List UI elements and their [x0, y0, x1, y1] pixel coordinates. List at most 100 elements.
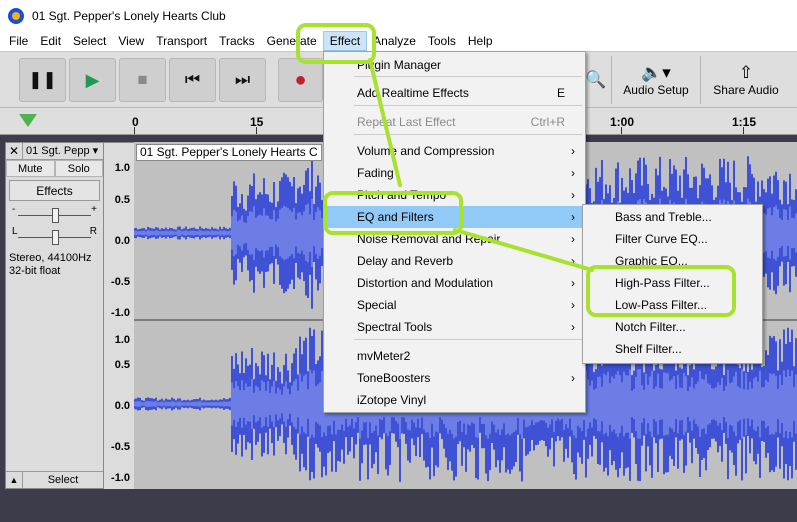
menu-effect[interactable]: Effect: [322, 31, 368, 51]
menu-item-label: EQ and Filters: [357, 210, 434, 224]
effects-button[interactable]: Effects: [9, 180, 100, 201]
submenu-item-shelf-filter[interactable]: Shelf Filter...: [583, 338, 762, 360]
submenu-item-high-pass-filter[interactable]: High-Pass Filter...: [583, 272, 762, 294]
menu-item-plugin-manager[interactable]: Plugin Manager: [324, 54, 585, 76]
scale-label: -0.5: [111, 441, 130, 453]
chevron-right-icon: ›: [571, 144, 575, 158]
share-icon: ⇧: [738, 62, 754, 82]
skip-to-end-button[interactable]: ⏭: [219, 58, 266, 102]
menu-item-pitch-and-tempo[interactable]: Pitch and Tempo ›: [324, 184, 585, 206]
menu-item-shortcut: Ctrl+R: [530, 115, 565, 129]
menu-item-add-realtime-effects[interactable]: Add Realtime Effects E: [324, 82, 585, 104]
menu-item-label: Delay and Reverb: [357, 254, 454, 268]
audio-setup-button[interactable]: 🔈▾ Audio Setup: [619, 57, 693, 103]
menu-item-label: Noise Removal and Repair: [357, 232, 501, 246]
menu-item-label: iZotope Vinyl: [357, 393, 427, 407]
menu-item-special[interactable]: Special ›: [324, 294, 585, 316]
menu-item-repeat-last-effect: Repeat Last Effect Ctrl+R: [324, 111, 585, 133]
scale-label: 0.5: [114, 194, 130, 206]
menu-generate[interactable]: Generate: [261, 31, 323, 51]
menu-item-delay-and-reverb[interactable]: Delay and Reverb ›: [324, 250, 585, 272]
menu-item-eq-and-filters[interactable]: EQ and Filters ›: [324, 206, 585, 228]
scale-label: 0.0: [114, 400, 130, 412]
ruler-label: 1:15: [732, 115, 757, 129]
menu-tools[interactable]: Tools: [422, 31, 462, 51]
share-audio-label: Share Audio: [713, 82, 779, 97]
menu-edit[interactable]: Edit: [34, 31, 67, 51]
chevron-right-icon: ›: [571, 298, 575, 312]
menu-item-label: Fading: [357, 166, 394, 180]
menu-item-mvmeter2[interactable]: mvMeter2: [324, 345, 585, 367]
menu-item-volume-and-compression[interactable]: Volume and Compression ›: [324, 140, 585, 162]
submenu-item-notch-filter[interactable]: Notch Filter...: [583, 316, 762, 338]
pan-left-label: L: [12, 226, 18, 237]
ruler-tick: [621, 127, 622, 134]
chevron-right-icon: ›: [571, 166, 575, 180]
chevron-right-icon: ›: [571, 210, 575, 224]
share-audio-button[interactable]: ⇧ Share Audio: [708, 57, 784, 103]
menu-separator: [354, 339, 582, 340]
play-head-icon[interactable]: [19, 114, 37, 127]
menu-item-shortcut: E: [556, 86, 565, 100]
menu-file[interactable]: File: [3, 31, 34, 51]
close-track-icon[interactable]: ✕: [6, 143, 23, 159]
collapse-track-icon[interactable]: ▲: [6, 472, 23, 488]
gain-slider-thumb[interactable]: [52, 208, 59, 223]
audacity-icon: [8, 7, 24, 24]
track-name-menu[interactable]: 01 Sgt. Pepp ▾: [23, 143, 103, 159]
menu-item-label: mvMeter2: [357, 349, 411, 363]
menu-separator: [354, 105, 582, 106]
scale-label: 1.0: [114, 334, 130, 346]
menu-view[interactable]: View: [112, 31, 150, 51]
gain-slider[interactable]: - +: [10, 204, 99, 226]
menu-separator: [354, 76, 582, 77]
mute-button[interactable]: Mute: [6, 160, 55, 177]
record-button[interactable]: ●: [278, 58, 323, 102]
menu-transport[interactable]: Transport: [150, 31, 213, 51]
ruler-tick: [256, 127, 257, 134]
play-button[interactable]: ▶: [69, 58, 116, 102]
speaker-icon: 🔈▾: [641, 62, 671, 82]
submenu-item-graphic-eq[interactable]: Graphic EQ...: [583, 250, 762, 272]
skip-to-end-icon: ⏭: [234, 70, 251, 89]
menu-item-izotope-vinyl[interactable]: iZotope Vinyl: [324, 389, 585, 411]
menu-separator: [354, 134, 582, 135]
menu-item-distortion-and-modulation[interactable]: Distortion and Modulation ›: [324, 272, 585, 294]
ruler-tick: [743, 127, 744, 134]
chevron-right-icon: ›: [571, 232, 575, 246]
submenu-item-bass-and-treble[interactable]: Bass and Treble...: [583, 206, 762, 228]
menu-analyze[interactable]: Analyze: [367, 31, 422, 51]
pause-button[interactable]: ❚❚: [19, 58, 66, 102]
chevron-right-icon: ›: [571, 276, 575, 290]
submenu-item-filter-curve-eq[interactable]: Filter Curve EQ...: [583, 228, 762, 250]
zoom-tool-button[interactable]: 🔍: [585, 57, 607, 103]
menu-item-label: Add Realtime Effects: [357, 86, 469, 100]
menu-help[interactable]: Help: [462, 31, 499, 51]
skip-to-start-button[interactable]: ⏮: [169, 58, 216, 102]
scale-label: 1.0: [114, 162, 130, 174]
menu-item-label: Spectral Tools: [357, 320, 433, 334]
pan-slider-thumb[interactable]: [52, 230, 59, 245]
menu-item-label: Repeat Last Effect: [357, 115, 456, 129]
select-track-button[interactable]: Select: [23, 472, 103, 488]
window-title: 01 Sgt. Pepper's Lonely Hearts Club: [32, 8, 226, 23]
menu-item-noise-removal-and-repair[interactable]: Noise Removal and Repair ›: [324, 228, 585, 250]
menu-select[interactable]: Select: [67, 31, 112, 51]
submenu-item-low-pass-filter[interactable]: Low-Pass Filter...: [583, 294, 762, 316]
pan-slider[interactable]: L R: [10, 226, 99, 248]
toolbar-separator: [700, 56, 701, 104]
track-format-rate: Stereo, 44100Hz: [9, 252, 92, 264]
menu-item-label: Volume and Compression: [357, 144, 495, 158]
magnifier-icon: 🔍: [585, 70, 607, 89]
menu-item-toneboosters[interactable]: ToneBoosters ›: [324, 367, 585, 389]
pan-right-label: R: [89, 226, 97, 237]
stop-button[interactable]: ■: [119, 58, 166, 102]
chevron-right-icon: ›: [571, 254, 575, 268]
menu-item-spectral-tools[interactable]: Spectral Tools ›: [324, 316, 585, 338]
clip-title[interactable]: 01 Sgt. Pepper's Lonely Hearts C: [136, 144, 322, 161]
menu-item-fading[interactable]: Fading ›: [324, 162, 585, 184]
scale-label: -1.0: [111, 472, 130, 484]
solo-button[interactable]: Solo: [54, 160, 103, 177]
menu-tracks[interactable]: Tracks: [213, 31, 261, 51]
gain-plus-label: +: [91, 204, 97, 215]
